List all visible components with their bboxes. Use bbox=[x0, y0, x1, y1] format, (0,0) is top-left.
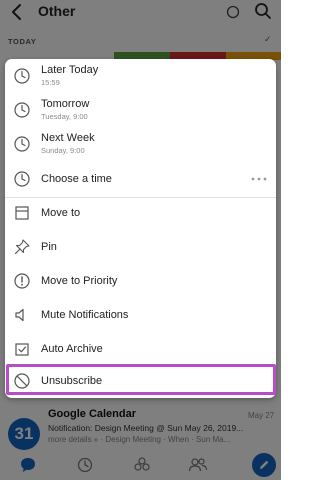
menu-item-mute-notifications[interactable]: Mute Notifications bbox=[5, 298, 276, 332]
mute-icon bbox=[15, 308, 24, 322]
folder-icon bbox=[15, 206, 29, 220]
email-actions-menu: Later Today 15:59 Tomorrow Tuesday, 9:00… bbox=[5, 59, 276, 398]
priority-icon bbox=[14, 273, 30, 289]
menu-item-move-to[interactable]: Move to bbox=[5, 196, 276, 230]
unsubscribe-highlight-box bbox=[6, 364, 276, 395]
menu-label: Next Week bbox=[41, 132, 95, 144]
menu-item-choose-time[interactable]: Choose a time bbox=[5, 162, 276, 196]
clock-icon bbox=[14, 102, 30, 118]
more-icon[interactable] bbox=[251, 177, 267, 181]
clock-icon bbox=[14, 68, 30, 84]
menu-sublabel: 15:59 bbox=[41, 78, 60, 87]
menu-label: Later Today bbox=[41, 64, 99, 76]
menu-item-later-today[interactable]: Later Today 15:59 bbox=[5, 59, 276, 93]
menu-label: Choose a time bbox=[41, 173, 112, 185]
menu-item-next-week[interactable]: Next Week Sunday, 9:00 bbox=[5, 127, 276, 161]
menu-item-tomorrow[interactable]: Tomorrow Tuesday, 9:00 bbox=[5, 93, 276, 127]
menu-label: Auto Archive bbox=[41, 343, 103, 355]
menu-label: Move to Priority bbox=[41, 275, 118, 287]
menu-item-move-to-priority[interactable]: Move to Priority bbox=[5, 264, 276, 298]
menu-label: Move to bbox=[41, 207, 81, 219]
pin-icon bbox=[14, 239, 30, 255]
menu-label: Mute Notifications bbox=[41, 309, 129, 321]
clock-icon bbox=[14, 136, 30, 152]
menu-label: Pin bbox=[41, 241, 57, 253]
menu-item-auto-archive[interactable]: Auto Archive bbox=[5, 332, 276, 366]
menu-item-pin[interactable]: Pin bbox=[5, 230, 276, 264]
clock-icon bbox=[14, 171, 30, 187]
menu-sublabel: Tuesday, 9:00 bbox=[41, 112, 88, 121]
menu-label: Tomorrow bbox=[41, 98, 90, 110]
archive-icon bbox=[15, 343, 29, 356]
menu-sublabel: Sunday, 9:00 bbox=[41, 146, 85, 155]
